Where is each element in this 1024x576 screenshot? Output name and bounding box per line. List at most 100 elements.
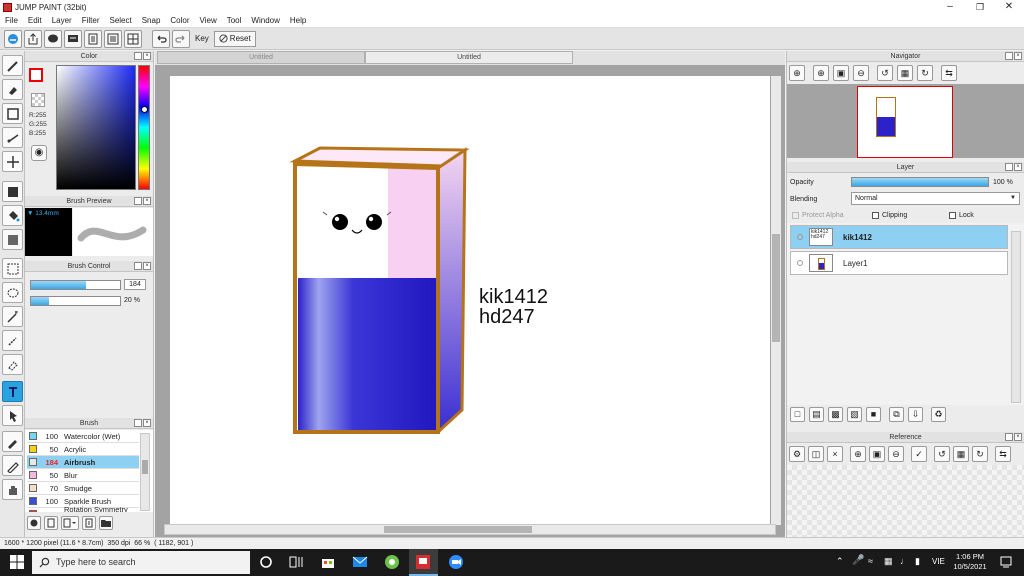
share-button[interactable] xyxy=(24,29,42,48)
text-tool[interactable] xyxy=(2,381,23,402)
reference-eyedropper-button[interactable]: ✓ xyxy=(911,446,927,462)
brush-size-value[interactable]: 184 xyxy=(124,279,146,290)
lasso-tool[interactable] xyxy=(2,282,23,303)
microphone-icon[interactable]: 🎤 xyxy=(852,555,864,566)
layer-list-scrollbar[interactable] xyxy=(1011,231,1021,403)
protect-alpha-checkbox[interactable] xyxy=(792,212,799,219)
task-view-icon[interactable] xyxy=(288,554,304,570)
eyedropper-tool[interactable] xyxy=(2,431,23,452)
copy-brush-button[interactable] xyxy=(82,516,96,530)
undo-button[interactable] xyxy=(152,29,170,48)
duplicate-layer-button[interactable]: ⧉ xyxy=(889,407,904,422)
line-tool[interactable] xyxy=(2,127,23,148)
reference-rotate-right-button[interactable]: ↻ xyxy=(972,446,988,462)
panel-float-button[interactable] xyxy=(1005,163,1013,171)
network-icon[interactable]: ▦ xyxy=(884,556,893,567)
hand-tool[interactable] xyxy=(2,479,23,500)
new-layer-button[interactable]: □ xyxy=(790,407,805,422)
canvas-paper[interactable]: kik1412 hd247 xyxy=(170,76,770,525)
reference-rotate-left-button[interactable]: ↺ xyxy=(934,446,950,462)
vertical-scroll-thumb[interactable] xyxy=(772,234,780,342)
zoom-meeting-icon[interactable] xyxy=(448,554,464,570)
panel-close-button[interactable]: × xyxy=(143,197,151,205)
menu-file[interactable]: File xyxy=(0,16,23,25)
new-brush-button[interactable] xyxy=(44,516,58,530)
flip-button[interactable]: ⇆ xyxy=(941,65,957,81)
taskbar-search-box[interactable]: Type here to search xyxy=(32,551,250,574)
panel-float-button[interactable] xyxy=(134,52,142,60)
brush-list-scroll-thumb[interactable] xyxy=(142,460,148,474)
new-folder-button[interactable]: ■ xyxy=(866,407,881,422)
redo-button[interactable] xyxy=(172,29,190,48)
layer-opacity-slider[interactable] xyxy=(851,177,989,187)
lock-checkbox[interactable] xyxy=(949,212,956,219)
brush-list-scrollbar[interactable] xyxy=(140,433,150,511)
zoom-out-button[interactable]: ⊖ xyxy=(853,65,869,81)
reference-flip-button[interactable]: ⇆ xyxy=(995,446,1011,462)
menu-layer[interactable]: Layer xyxy=(47,16,77,25)
actual-size-button[interactable]: ▦ xyxy=(897,65,913,81)
brush-item-smudge[interactable]: 70 Smudge xyxy=(27,482,139,495)
layer-row-layer1[interactable]: Layer1 xyxy=(790,251,1008,275)
panel-close-button[interactable]: × xyxy=(1014,163,1022,171)
wifi-icon[interactable]: ≈ xyxy=(868,556,873,566)
brush-settings-button[interactable] xyxy=(27,516,41,530)
rotate-left-button[interactable]: ↺ xyxy=(877,65,893,81)
menu-help[interactable]: Help xyxy=(285,16,311,25)
panel-float-button[interactable] xyxy=(134,262,142,270)
menu-color[interactable]: Color xyxy=(165,16,194,25)
page-button[interactable] xyxy=(84,29,102,48)
select-eraser-tool[interactable] xyxy=(2,354,23,375)
panel-close-button[interactable]: × xyxy=(143,52,151,60)
panel-close-button[interactable]: × xyxy=(1014,52,1022,60)
visibility-toggle[interactable] xyxy=(797,234,803,240)
reference-actual-size-button[interactable]: ▦ xyxy=(953,446,969,462)
lock-option[interactable]: Lock xyxy=(949,212,974,219)
document-tab-2[interactable]: Untitled xyxy=(365,51,573,64)
language-indicator[interactable]: VIE xyxy=(932,557,945,566)
coccoc-browser-icon[interactable] xyxy=(384,554,400,570)
clock[interactable]: 1:06 PM 10/5/2021 xyxy=(950,552,990,572)
saturation-value-picker[interactable] xyxy=(56,65,136,190)
rectangle-tool[interactable] xyxy=(2,103,23,124)
menu-filter[interactable]: Filter xyxy=(77,16,105,25)
brush-item-airbrush[interactable]: 184 Airbrush xyxy=(27,456,139,469)
panel-close-button[interactable]: × xyxy=(143,419,151,427)
new-raster-layer-button[interactable]: ▤ xyxy=(809,407,824,422)
document-tab-1[interactable]: Untitled xyxy=(157,51,365,64)
bucket-tool[interactable] xyxy=(2,205,23,226)
menu-select[interactable]: Select xyxy=(104,16,136,25)
rect-select-tool[interactable] xyxy=(2,258,23,279)
brush-item-rotation-symmetry-pe[interactable]: 9 Rotation Symmetry Pe xyxy=(27,505,139,512)
horizontal-scrollbar[interactable] xyxy=(164,524,776,535)
panel-float-button[interactable] xyxy=(134,419,142,427)
minimize-button[interactable]: – xyxy=(935,0,965,14)
vertical-scrollbar[interactable] xyxy=(771,76,781,525)
store-icon[interactable] xyxy=(320,554,336,570)
zoom-in-button[interactable]: ⊕ xyxy=(789,65,805,81)
new-halftone-layer-button[interactable]: ▩ xyxy=(828,407,843,422)
fill-rect-tool[interactable] xyxy=(2,181,23,202)
palette-button[interactable]: ◉ xyxy=(31,145,47,161)
windows-start-icon[interactable] xyxy=(9,554,25,570)
new-tone-layer-button[interactable]: ▧ xyxy=(847,407,862,422)
hue-slider[interactable] xyxy=(138,65,150,190)
protect-alpha-option[interactable]: Protect Alpha xyxy=(792,212,844,219)
panel-float-button[interactable] xyxy=(1005,433,1013,441)
mail-icon[interactable] xyxy=(352,554,368,570)
reference-zoom-in-button[interactable]: ⊕ xyxy=(850,446,866,462)
menu-tool[interactable]: Tool xyxy=(222,16,247,25)
menu-window[interactable]: Window xyxy=(246,16,284,25)
panel-close-button[interactable]: × xyxy=(143,262,151,270)
brush-size-slider[interactable] xyxy=(30,280,121,290)
clipping-checkbox[interactable] xyxy=(872,212,879,219)
notifications-icon[interactable] xyxy=(998,554,1014,570)
list-button[interactable] xyxy=(104,29,122,48)
merge-layer-button[interactable]: ⇩ xyxy=(908,407,923,422)
brush-folder-button[interactable] xyxy=(99,516,113,530)
delete-layer-button[interactable]: ♻ xyxy=(931,407,946,422)
reference-close-button[interactable]: × xyxy=(827,446,843,462)
reference-open-button[interactable]: ◫ xyxy=(808,446,824,462)
grid-button[interactable] xyxy=(124,29,142,48)
brush-item-acrylic[interactable]: 50 Acrylic xyxy=(27,443,139,456)
